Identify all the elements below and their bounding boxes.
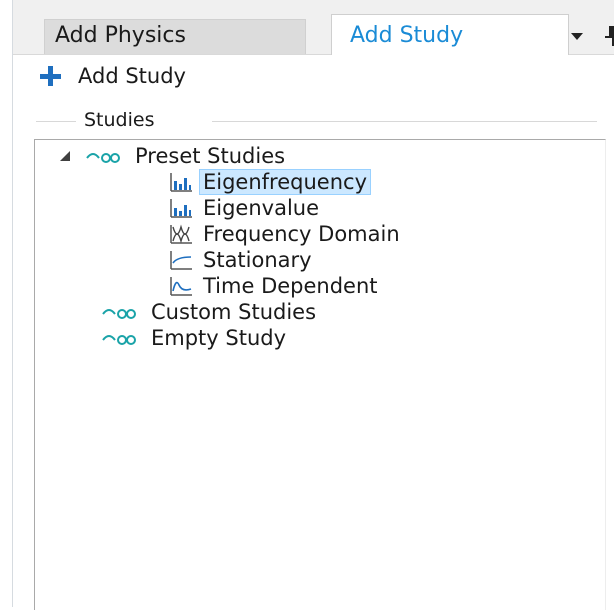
add-study-window: Add Physics Add Study Add Study Studies xyxy=(0,0,614,610)
study-folder-icon xyxy=(102,335,136,345)
tree-item-label: Eigenfrequency xyxy=(199,169,371,195)
tree-item-eigenfrequency[interactable]: Eigenfrequency xyxy=(169,169,371,195)
expanded-triangle-icon[interactable] xyxy=(59,150,71,162)
tree-item-label: Frequency Domain xyxy=(203,222,400,246)
tab-dropdown-icon[interactable] xyxy=(569,28,587,46)
window-frame-left xyxy=(12,0,13,607)
plus-icon xyxy=(40,66,61,86)
study-folder-icon xyxy=(102,309,136,319)
pin-icon[interactable] xyxy=(603,24,614,48)
tree-item-label: Eigenvalue xyxy=(203,196,320,220)
tab-add-study[interactable]: Add Study xyxy=(331,14,569,55)
studies-group-rule-left xyxy=(36,121,76,122)
study-folder-icon xyxy=(86,153,120,163)
tree-item-label: Stationary xyxy=(203,248,312,272)
studies-group-rule-right xyxy=(212,121,597,122)
eigenfrequency-icon xyxy=(170,173,192,192)
tree-item-custom-studies[interactable]: Custom Studies xyxy=(101,299,320,325)
tree-item-label: Custom Studies xyxy=(151,300,317,324)
tree-item-stationary[interactable]: Stationary xyxy=(169,247,316,273)
tab-strip: Add Physics Add Study xyxy=(13,0,614,55)
tree-item-frequency-domain[interactable]: Frequency Domain xyxy=(169,221,404,247)
stationary-icon xyxy=(170,251,192,270)
studies-tree[interactable]: Preset Studies Eigenfrequency Eigenvalue… xyxy=(34,139,606,610)
tree-item-eigenvalue[interactable]: Eigenvalue xyxy=(169,195,323,221)
studies-group-title: Studies xyxy=(84,109,155,131)
tree-item-label: Empty Study xyxy=(151,326,287,350)
add-study-button[interactable]: Add Study xyxy=(38,60,186,92)
tab-add-physics[interactable]: Add Physics xyxy=(44,19,306,54)
time-dependent-icon xyxy=(170,277,192,296)
eigenvalue-icon xyxy=(170,199,192,218)
tree-item-empty-study[interactable]: Empty Study xyxy=(101,325,290,351)
tree-item-label: Time Dependent xyxy=(203,274,378,298)
add-study-label: Add Study xyxy=(78,64,186,88)
tree-item-time-dependent[interactable]: Time Dependent xyxy=(169,273,382,299)
frequency-domain-icon xyxy=(170,224,192,244)
tree-item-preset-studies[interactable]: Preset Studies xyxy=(59,143,289,169)
tree-item-label: Preset Studies xyxy=(135,144,286,168)
